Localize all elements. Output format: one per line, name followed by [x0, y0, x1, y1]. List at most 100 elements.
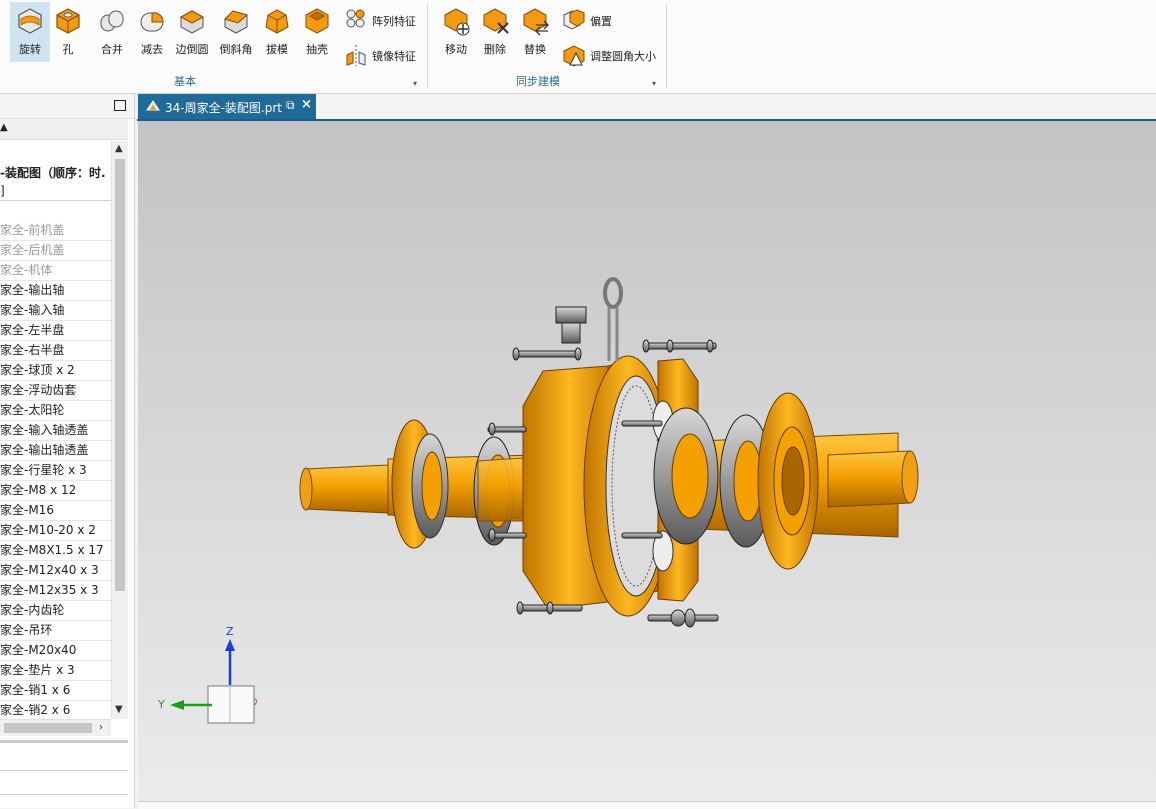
component-node[interactable]: 周家全-M10-20 x 2: [0, 521, 111, 541]
component-node[interactable]: 周家全-机体: [0, 261, 111, 281]
z-axis-label: Z: [226, 625, 234, 638]
input-end-cover[interactable]: [391, 419, 449, 549]
graphics-window[interactable]: Z Y X: [138, 121, 1156, 801]
vertical-scroll-thumb[interactable]: [115, 159, 125, 591]
chamfer-label: 倒斜角: [219, 43, 253, 56]
component-node[interactable]: 周家全-M12x35 x 3: [0, 581, 111, 601]
component-node[interactable]: 周家全-右半盘: [0, 341, 111, 361]
edge-blend-button[interactable]: 边倒圆: [172, 2, 212, 62]
navigator-horizontal-scrollbar[interactable]: ›: [0, 719, 111, 736]
shell-icon: [305, 8, 329, 34]
component-node[interactable]: 周家全-输出轴: [0, 281, 111, 301]
mirror-feature-icon: [346, 45, 366, 66]
component-node[interactable]: 周家全-销2 x 6: [0, 701, 111, 721]
tab-assembly-file[interactable]: 34-周家全-装配图.prt ⧉ ×: [138, 94, 316, 119]
delete-face-icon: [483, 8, 509, 34]
group-sync-expand-icon[interactable]: ▾: [652, 79, 656, 88]
component-node[interactable]: 周家全-M8 x 12: [0, 481, 111, 501]
view-triad[interactable]: Z Y X: [156, 623, 266, 733]
offset-region-label: 偏置: [590, 15, 612, 28]
revolve-label: 旋转: [19, 43, 41, 56]
component-node[interactable]: 周家全-M12x40 x 3: [0, 561, 111, 581]
chamfer-button[interactable]: 倒斜角: [216, 2, 256, 62]
scroll-up-icon[interactable]: ▲: [115, 143, 123, 154]
hole-label: 孔: [62, 43, 74, 56]
component-node[interactable]: 周家全-左半盘: [0, 321, 111, 341]
component-node[interactable]: 周家全-浮动齿套: [0, 381, 111, 401]
scroll-right-icon[interactable]: ›: [99, 722, 103, 733]
draft-label: 拔模: [266, 43, 288, 56]
offset-region-icon: [563, 9, 585, 30]
move-face-icon: [444, 8, 470, 36]
pattern-feature-label: 阵列特征: [372, 15, 416, 28]
edge-blend-icon: [179, 10, 205, 34]
unite-label: 合并: [101, 43, 123, 56]
resize-blend-button[interactable]: 调整圆角大小: [562, 43, 662, 67]
lifting-eye[interactable]: [603, 277, 623, 361]
component-node[interactable]: 周家全-M8X1.5 x 17: [0, 541, 111, 561]
revolve-button[interactable]: 旋转: [10, 2, 50, 62]
tab-close-icon[interactable]: ×: [301, 97, 312, 112]
group-basic-expand-icon[interactable]: ▾: [413, 79, 417, 88]
unite-button[interactable]: 合并: [92, 2, 132, 62]
component-node[interactable]: 周家全-M20x40: [0, 641, 111, 661]
draft-button[interactable]: 拔模: [257, 2, 297, 62]
panel-divider-1: [0, 770, 128, 771]
assembly-model[interactable]: [138, 121, 1156, 801]
move-face-label: 移动: [445, 43, 467, 56]
output-end-cover[interactable]: [757, 392, 819, 570]
component-node[interactable]: 周家全-太阳轮: [0, 401, 111, 421]
horizontal-scroll-thumb[interactable]: [4, 723, 92, 733]
assembly-root-node[interactable]: 全-装配图（顺序：时.: [0, 164, 106, 181]
navigator-vertical-scrollbar[interactable]: ▲ ▼: [111, 141, 128, 719]
maximize-icon[interactable]: [114, 100, 126, 111]
delete-face-button[interactable]: 删除: [475, 2, 515, 62]
vent-plug[interactable]: [555, 306, 587, 344]
tab-title: 34-周家全-装配图.prt: [165, 101, 283, 115]
shell-button[interactable]: 抽壳: [297, 2, 337, 62]
component-node[interactable]: 周家全-输入轴透盖: [0, 421, 111, 441]
panel-splitter[interactable]: [0, 740, 128, 743]
tree-divider: [0, 200, 128, 201]
ribbon: 旋转 孔 合并 减去 边倒圆 倒斜角 拔模 抽壳 阵列特征 镜像特征 基本 ▾ …: [0, 0, 1156, 94]
component-node[interactable]: 周家全-输出轴透盖: [0, 441, 111, 461]
component-node[interactable]: 周家全-球顶 x 2: [0, 361, 111, 381]
component-node[interactable]: 周家全-前机盖: [0, 221, 111, 241]
offset-region-button[interactable]: 偏置: [562, 8, 652, 30]
group-divider-2: [666, 4, 667, 88]
group-sync-title: 同步建模: [516, 75, 560, 88]
tab-popout-icon[interactable]: ⧉: [286, 98, 295, 113]
pattern-feature-button[interactable]: 阵列特征: [344, 8, 424, 30]
pattern-feature-icon: [346, 9, 365, 28]
panel-divider-2: [0, 794, 128, 795]
hole-button[interactable]: 孔: [48, 2, 88, 62]
scroll-down-icon[interactable]: ▼: [115, 704, 123, 715]
component-node[interactable]: 周家全-M16: [0, 501, 111, 521]
subtract-button[interactable]: 减去: [132, 2, 172, 62]
navigator-column-header[interactable]: ▲: [0, 119, 128, 140]
group-basic: 旋转 孔 合并 减去 边倒圆 倒斜角 拔模 抽壳 阵列特征 镜像特征 基本 ▾: [0, 0, 426, 92]
component-node[interactable]: 周家全-输入轴: [0, 301, 111, 321]
x-axis-label: X: [254, 698, 257, 708]
shell-label: 抽壳: [306, 43, 328, 56]
sort-arrow-icon[interactable]: ▲: [0, 122, 8, 133]
tree-sub-node: ]: [0, 184, 5, 198]
replace-face-label: 替换: [524, 43, 546, 56]
document-tabbar: 34-周家全-装配图.prt ⧉ ×: [137, 94, 1156, 121]
component-node[interactable]: 周家全-吊环: [0, 621, 111, 641]
component-node[interactable]: 周家全-垫片 x 3: [0, 661, 111, 681]
delete-face-label: 删除: [484, 43, 506, 56]
unite-icon: [100, 10, 124, 32]
mirror-feature-label: 镜像特征: [372, 50, 416, 63]
draft-icon: [265, 9, 289, 34]
replace-face-button[interactable]: 替换: [515, 2, 555, 62]
mirror-feature-button[interactable]: 镜像特征: [344, 43, 424, 66]
resize-blend-icon: [563, 45, 585, 67]
component-node[interactable]: 周家全-后机盖: [0, 241, 111, 261]
component-node[interactable]: 周家全-行星轮 x 3: [0, 461, 111, 481]
hole-icon: [56, 8, 80, 34]
component-node[interactable]: 周家全-内齿轮: [0, 601, 111, 621]
move-face-button[interactable]: 移动: [436, 2, 476, 62]
output-shaft[interactable]: [827, 450, 919, 508]
component-node[interactable]: 周家全-销1 x 6: [0, 681, 111, 701]
